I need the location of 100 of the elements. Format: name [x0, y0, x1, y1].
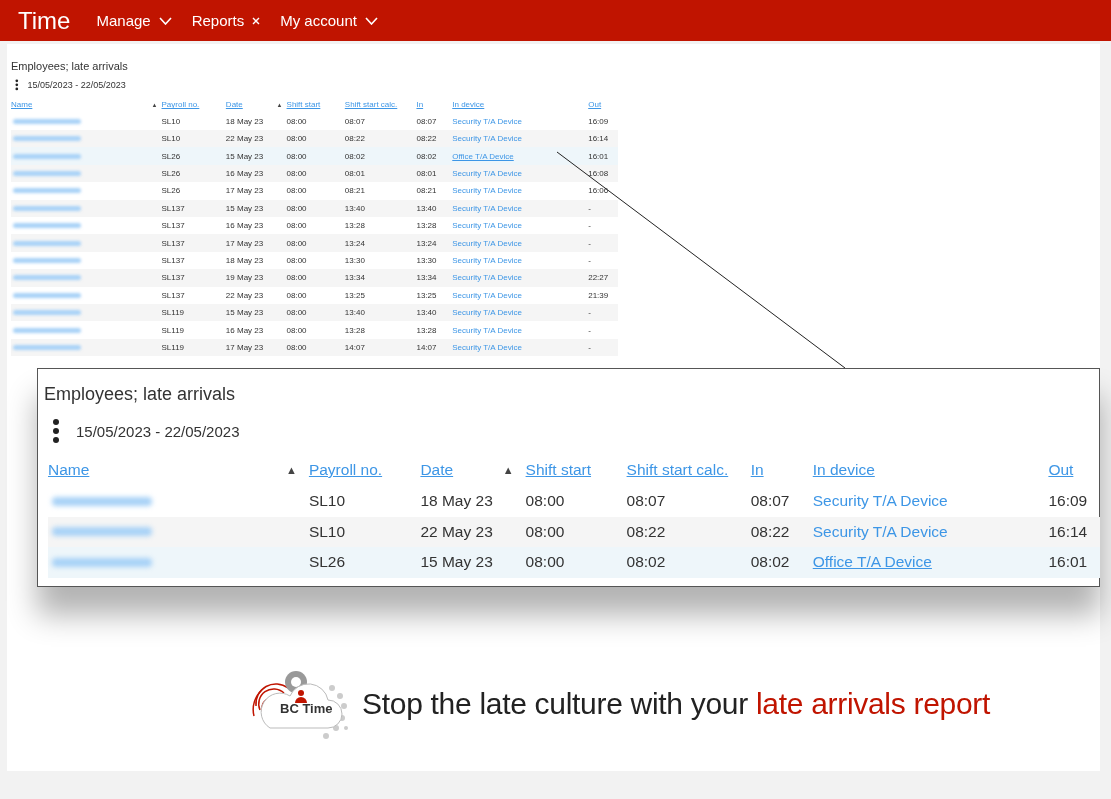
table-row[interactable]: SL26 15 May 23 08:00 08:02 08:02 Office T/A Device 16:01: [11, 147, 618, 165]
table-row[interactable]: SL10 18 May 23 08:00 08:07 08:07 Security T/A Device 16:09: [48, 486, 1100, 517]
out-time-cell: 16:08: [588, 169, 609, 179]
column-header-link[interactable]: Payroll no.: [161, 100, 200, 110]
date-cell: 22 May 23: [420, 522, 493, 541]
device-link[interactable]: Security T/A Device: [812, 522, 948, 541]
blurred-name: [13, 136, 81, 142]
column-header-link[interactable]: Shift start: [525, 461, 592, 479]
blurred-name: [13, 171, 81, 177]
shift-calc-cell: 08:22: [344, 134, 365, 144]
shift-start-cell: 08:00: [286, 238, 307, 248]
table-row[interactable]: SL137 16 May 23 08:00 13:28 13:28 Security T/A Device -: [11, 217, 618, 235]
column-header-link[interactable]: Shift start calc.: [344, 100, 398, 110]
table-row[interactable]: SL137 18 May 23 08:00 13:30 13:30 Security T/A Device -: [11, 251, 618, 270]
report-title: Employees; late arrivals: [44, 384, 237, 405]
out-time-cell: 16:09: [588, 116, 609, 126]
in-time-cell: 13:40: [416, 308, 437, 318]
more-options-icon[interactable]: [15, 79, 19, 91]
column-header-link[interactable]: Name: [11, 100, 33, 110]
table-row[interactable]: SL119 15 May 23 08:00 13:40 13:40 Security T/A Device -: [11, 304, 618, 322]
blurred-name: [13, 205, 81, 211]
device-link[interactable]: Security T/A Device: [452, 169, 522, 179]
in-time-cell: 08:02: [416, 151, 437, 161]
shift-start-cell: 08:00: [286, 325, 307, 335]
column-header-link[interactable]: Date: [225, 100, 243, 110]
column-header-link[interactable]: Out: [588, 100, 602, 110]
column-header-link[interactable]: Name: [48, 461, 90, 479]
device-link[interactable]: Security T/A Device: [812, 492, 948, 511]
table-row[interactable]: SL137 15 May 23 08:00 13:40 13:40 Security T/A Device -: [11, 199, 618, 218]
date-cell: 17 May 23: [225, 186, 264, 196]
table-row[interactable]: SL137 19 May 23 08:00 13:34 13:34 Security T/A Device 22:27: [11, 269, 618, 287]
out-time-cell: 16:06: [588, 186, 609, 196]
column-header-link[interactable]: In: [416, 100, 424, 110]
more-options-icon[interactable]: [52, 418, 60, 444]
blurred-name: [13, 153, 81, 159]
column-header-link[interactable]: Out: [1048, 461, 1074, 479]
column-header-link[interactable]: Payroll no.: [308, 461, 383, 479]
in-time-cell: 08:22: [750, 522, 790, 541]
device-link[interactable]: Office T/A Device: [452, 151, 514, 161]
payroll-cell: SL26: [161, 169, 181, 179]
device-link[interactable]: Office T/A Device: [812, 553, 932, 572]
table-row[interactable]: SL26 15 May 23 08:00 08:02 08:02 Office T/A Device 16:01: [48, 547, 1100, 578]
device-link[interactable]: Security T/A Device: [452, 116, 522, 126]
payroll-cell: SL10: [161, 116, 181, 126]
device-link[interactable]: Security T/A Device: [452, 325, 522, 335]
device-link[interactable]: Security T/A Device: [452, 186, 522, 196]
shift-start-cell: 08:00: [525, 522, 565, 541]
table-row[interactable]: SL119 17 May 23 08:00 14:07 14:07 Security T/A Device -: [11, 338, 618, 357]
device-link[interactable]: Security T/A Device: [452, 308, 522, 318]
table-row[interactable]: SL137 17 May 23 08:00 13:24 13:24 Security T/A Device -: [11, 234, 618, 252]
column-header-link[interactable]: Shift start calc.: [626, 461, 729, 479]
device-link[interactable]: Security T/A Device: [452, 203, 522, 213]
shift-start-cell: 08:00: [286, 203, 307, 213]
device-link[interactable]: Security T/A Device: [452, 273, 522, 283]
logo-text: BC Time: [280, 701, 333, 716]
column-header-link[interactable]: In: [750, 461, 764, 479]
shift-calc-cell: 13:30: [344, 256, 365, 265]
shift-start-cell: 08:00: [286, 151, 307, 161]
report-title: Employees; late arrivals: [11, 60, 129, 72]
table-row[interactable]: SL137 22 May 23 08:00 13:25 13:25 Security T/A Device 21:39: [11, 286, 618, 304]
device-link[interactable]: Security T/A Device: [452, 256, 522, 265]
table-row[interactable]: SL119 16 May 23 08:00 13:28 13:28 Security T/A Device -: [11, 321, 618, 339]
payroll-cell: SL26: [161, 151, 181, 161]
sort-arrow-icon[interactable]: ▲: [286, 464, 297, 476]
date-cell: 15 May 23: [225, 308, 264, 318]
payroll-cell: SL137: [161, 203, 185, 213]
device-link[interactable]: Security T/A Device: [452, 238, 522, 248]
shift-calc-cell: 13:34: [344, 273, 365, 283]
column-header-link[interactable]: In device: [452, 100, 485, 110]
menu-item[interactable]: Reports: [191, 12, 261, 29]
in-time-cell: 08:07: [750, 492, 790, 511]
table-row[interactable]: SL10 22 May 23 08:00 08:22 08:22 Security T/A Device 16:14: [11, 130, 618, 148]
date-cell: 22 May 23: [225, 290, 264, 300]
date-cell: 18 May 23: [225, 116, 264, 126]
shift-calc-cell: 13:24: [344, 238, 365, 248]
shift-calc-cell: 14:07: [344, 342, 365, 352]
table-row[interactable]: SL26 17 May 23 08:00 08:21 08:21 Security T/A Device 16:06: [11, 182, 618, 200]
shift-start-cell: 08:00: [286, 116, 307, 126]
menu-item[interactable]: My account: [280, 12, 378, 29]
device-link[interactable]: Security T/A Device: [452, 290, 522, 300]
shift-calc-cell: 08:02: [344, 151, 365, 161]
column-header-link[interactable]: Shift start: [286, 100, 321, 110]
device-link[interactable]: Security T/A Device: [452, 134, 522, 144]
blurred-name: [13, 223, 81, 229]
menu-item[interactable]: Manage: [96, 12, 172, 29]
sort-arrow-icon[interactable]: ▲: [502, 464, 514, 476]
device-link[interactable]: Security T/A Device: [452, 221, 522, 231]
table-row[interactable]: SL10 18 May 23 08:00 08:07 08:07 Security T/A Device 16:09: [11, 112, 618, 131]
shift-start-cell: 08:00: [525, 492, 565, 511]
in-time-cell: 08:02: [750, 553, 790, 572]
blurred-name: [13, 258, 81, 263]
shift-calc-cell: 13:40: [344, 308, 365, 318]
shift-start-cell: 08:00: [286, 221, 307, 231]
date-cell: 16 May 23: [225, 325, 264, 335]
column-header-link[interactable]: In device: [812, 461, 875, 479]
blurred-name: [13, 292, 81, 298]
date-cell: 22 May 23: [225, 134, 264, 144]
device-link[interactable]: Security T/A Device: [452, 342, 522, 352]
column-header-link[interactable]: Date: [420, 461, 454, 479]
table-row[interactable]: SL10 22 May 23 08:00 08:22 08:22 Security T/A Device 16:14: [48, 516, 1100, 547]
